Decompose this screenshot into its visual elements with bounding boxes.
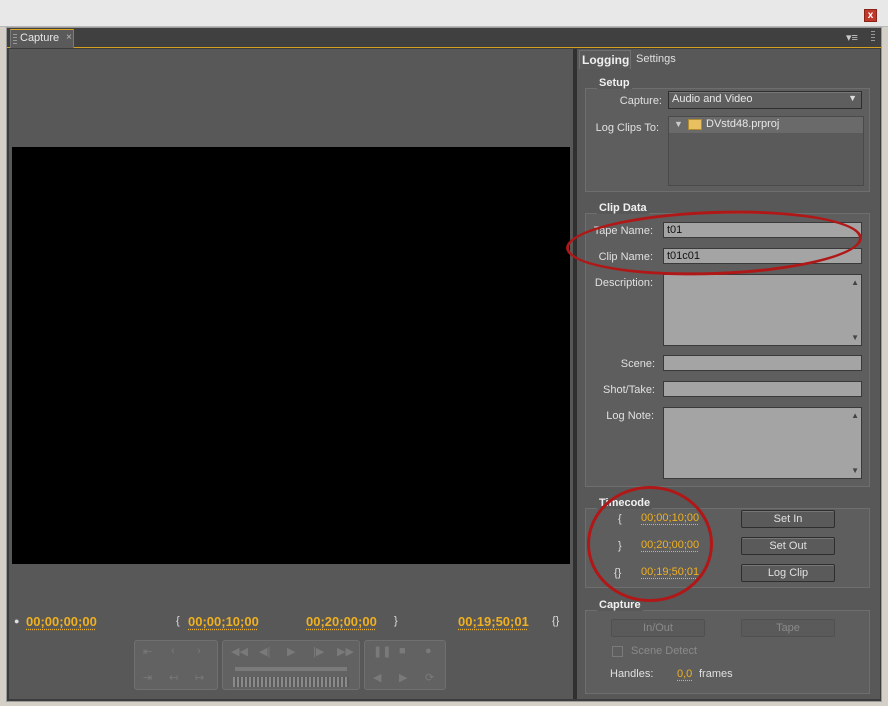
handles-frames-label: frames [699,668,733,680]
playhead-icon: ● [14,616,19,626]
tape-name-label: Tape Name: [586,225,653,237]
in-point-timecode[interactable]: 00;00;10;00 [188,614,259,629]
log-note-textarea[interactable]: ▲ ▼ [663,407,862,479]
record-icon[interactable]: ● [425,645,432,657]
tab-capture-label: Capture [20,32,59,44]
capture-select[interactable]: Audio and Video ▼ [668,91,862,109]
capture-label: Capture: [592,95,662,107]
out-point-icon: } [618,540,622,552]
mark-controls: ⇤ ‹ › ⇥ ↤ ↦ [134,640,218,690]
setup-duration-timecode[interactable]: 00;19;50;01 [641,566,699,578]
rewind-icon[interactable]: ◀◀ [231,645,248,658]
play-icon[interactable]: ▶ [287,645,295,658]
transport-controls: ◀◀ ◀| ▶ |▶ ▶▶ [222,640,360,690]
duration-icon: {} [614,567,621,579]
mark-in-icon[interactable]: ⇤ [143,645,152,658]
log-clip-button[interactable]: Log Clip [741,564,835,582]
scroll-up-icon[interactable]: ▲ [851,278,859,287]
tab-capture[interactable]: Capture × [10,29,74,48]
set-in-button[interactable]: Set In [741,510,835,528]
scene-search-icon[interactable]: ⟳ [425,671,434,684]
stop-icon[interactable]: ■ [399,645,406,657]
description-textarea[interactable]: ▲ ▼ [663,274,862,346]
scroll-down-icon[interactable]: ▼ [851,466,859,475]
capture-select-value: Audio and Video [672,93,753,105]
capture-tape-button[interactable]: Tape [741,619,835,637]
in-point-icon: { [618,513,622,525]
current-timecode[interactable]: 00;00;00;00 [26,614,97,629]
mark-out-icon[interactable]: ⇥ [143,671,152,684]
handles-label: Handles: [610,668,653,680]
goto-out-icon[interactable]: › [197,645,201,657]
project-name: DVstd48.prproj [706,118,779,130]
scroll-down-icon[interactable]: ▼ [851,333,859,342]
duration-timecode[interactable]: 00;19;50;01 [458,614,529,629]
goto-in-icon[interactable]: ‹ [171,645,175,657]
tab-close-icon[interactable]: × [66,32,72,43]
log-clips-label: Log Clips To: [592,122,659,134]
tab-logging-label[interactable]: Logging [582,53,629,67]
capture-in-out-button[interactable]: In/Out [611,619,705,637]
clip-data-title: Clip Data [597,202,649,214]
step-out-icon[interactable]: ↦ [195,671,204,684]
video-preview [12,147,570,564]
panel-grip-icon[interactable] [871,31,875,43]
capture-title: Capture [597,599,643,611]
window-titlebar [0,0,888,27]
set-out-button[interactable]: Set Out [741,537,835,555]
folder-icon [688,119,702,130]
clip-name-input[interactable]: t01c01 [663,248,862,264]
disclosure-triangle-icon[interactable]: ▼ [674,119,683,129]
shuttle-slider[interactable] [235,667,347,671]
capture-controls: ❚❚ ■ ● ◀ ▶ ⟳ [364,640,446,690]
step-in-icon[interactable]: ↤ [169,671,178,684]
chevron-down-icon: ▼ [848,93,857,103]
duration-icon: {} [552,615,559,627]
description-label: Description: [586,277,653,289]
timecode-title: Timecode [597,497,652,509]
bin-row-selected[interactable]: ▼ DVstd48.prproj [669,117,863,133]
scene-input[interactable] [663,355,862,371]
next-scene-icon[interactable]: ▶ [399,671,407,684]
scene-label: Scene: [586,358,655,370]
step-forward-icon[interactable]: |▶ [313,645,324,658]
panel-tab-bar [7,28,881,48]
drag-grip-icon[interactable] [13,34,17,44]
setup-in-timecode[interactable]: 00;00;10;00 [641,512,699,524]
jog-wheel[interactable] [233,677,349,687]
tape-name-input[interactable]: t01 [663,222,862,238]
out-point-icon: } [394,615,398,627]
setup-out-timecode[interactable]: 00;20;00;00 [641,539,699,551]
previous-scene-icon[interactable]: ◀ [373,671,381,684]
step-back-icon[interactable]: ◀| [259,645,270,658]
close-icon[interactable]: x [864,9,877,22]
handles-value[interactable]: 0,0 [677,668,692,680]
tab-settings[interactable]: Settings [636,53,676,65]
shot-take-label: Shot/Take: [586,384,655,396]
scroll-up-icon[interactable]: ▲ [851,411,859,420]
log-note-label: Log Note: [586,410,654,422]
in-point-icon: { [176,615,180,627]
out-point-timecode[interactable]: 00;20;00;00 [306,614,377,629]
scene-detect-checkbox[interactable] [612,646,623,657]
shot-take-input[interactable] [663,381,862,397]
log-clips-bin-tree[interactable]: ▼ DVstd48.prproj [668,116,864,186]
scene-detect-label: Scene Detect [631,645,697,657]
fast-forward-icon[interactable]: ▶▶ [337,645,354,658]
clip-name-label: Clip Name: [586,251,653,263]
panel-menu-icon[interactable]: ▾≡ [846,31,858,44]
setup-title: Setup [597,77,632,89]
pause-icon[interactable]: ❚❚ [373,645,391,658]
